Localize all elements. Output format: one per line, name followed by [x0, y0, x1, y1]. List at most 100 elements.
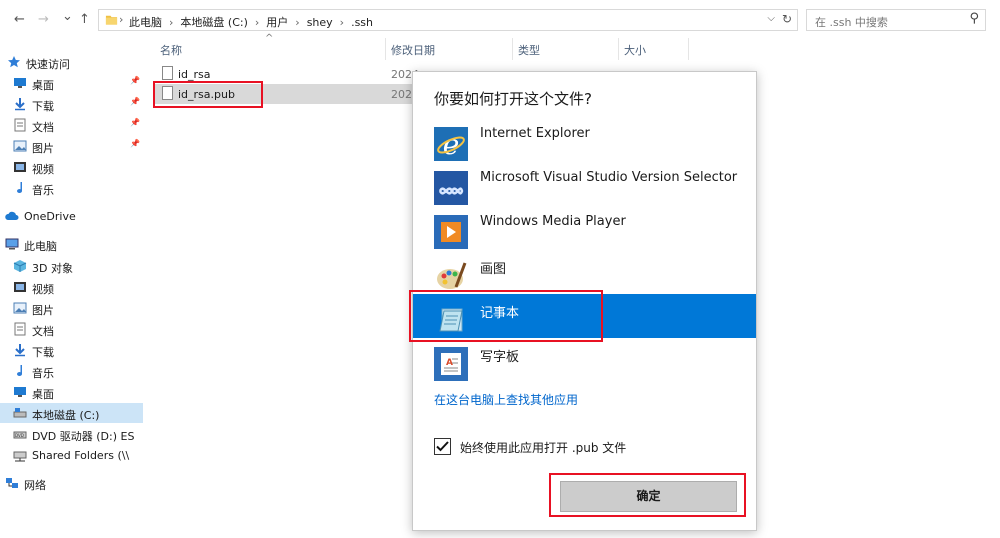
folder-icon — [105, 15, 118, 25]
file-name: id_rsa — [178, 68, 211, 81]
always-use-checkbox[interactable] — [434, 438, 451, 455]
app-option-visual-studio[interactable]: Microsoft Visual Studio Version Selector — [413, 162, 756, 206]
app-label: Windows Media Player — [480, 214, 626, 229]
column-divider[interactable] — [512, 38, 513, 60]
cloud-icon — [5, 211, 19, 220]
breadcrumb-this-pc[interactable]: 此电脑 — [129, 16, 162, 29]
column-size[interactable]: 大小 — [624, 42, 646, 58]
svg-text:DVD: DVD — [15, 433, 24, 438]
app-label: 写字板 — [480, 350, 520, 365]
sidebar-item-label: 图片 — [32, 142, 54, 155]
app-label: Microsoft Visual Studio Version Selector — [480, 170, 738, 185]
app-option-wordpad[interactable]: A 写字板 — [413, 338, 756, 382]
sidebar-item[interactable]: 桌面 📌 — [0, 73, 143, 93]
desktop-icon — [14, 387, 26, 397]
sidebar-item[interactable]: 桌面 — [0, 382, 143, 402]
column-divider[interactable] — [618, 38, 619, 60]
sidebar-item[interactable]: 文档 — [0, 319, 143, 339]
sidebar-item[interactable]: 此电脑 — [0, 234, 143, 254]
download-icon — [15, 344, 25, 357]
sidebar-item-label: 3D 对象 — [32, 262, 73, 275]
sidebar-item[interactable]: 下载 — [0, 340, 143, 360]
highlight-box — [549, 473, 746, 517]
sidebar-item[interactable]: 音乐 — [0, 178, 143, 198]
videos-icon — [14, 162, 26, 172]
sidebar-item[interactable]: 图片 — [0, 298, 143, 318]
wordpad-icon: A — [434, 347, 468, 381]
recent-locations-button[interactable]: ⌄ — [62, 9, 73, 24]
column-name[interactable]: 名称 — [160, 42, 182, 58]
search-box[interactable]: 在 .ssh 中搜索 ⚲ — [806, 9, 986, 31]
sidebar-item[interactable]: 音乐 — [0, 361, 143, 381]
back-button[interactable]: ← — [14, 12, 25, 27]
sidebar-item-label: OneDrive — [24, 210, 76, 223]
search-icon[interactable]: ⚲ — [969, 11, 979, 26]
star-icon — [8, 56, 20, 68]
svg-text:e: e — [443, 128, 460, 161]
address-toolbar: ← → ⌄ ↑ › 此电脑 › 本地磁盘 (C:) › 用户 › shey › .ssh ⌵ ↻… — [0, 0, 1000, 40]
svg-text:A: A — [446, 358, 453, 368]
sidebar-item-label: 此电脑 — [24, 240, 57, 253]
sidebar-item[interactable]: 图片 📌 — [0, 136, 143, 156]
network-icon — [6, 478, 18, 488]
breadcrumb-ssh[interactable]: .ssh — [351, 16, 373, 29]
sidebar-item[interactable]: DVD DVD 驱动器 (D:) ES — [0, 424, 143, 444]
column-divider[interactable] — [385, 38, 386, 60]
dialog-title: 你要如何打开这个文件? — [434, 90, 592, 108]
highlight-box — [153, 81, 263, 108]
sidebar-item-label: 视频 — [32, 283, 54, 296]
up-button[interactable]: ↑ — [79, 12, 90, 27]
breadcrumb-user[interactable]: shey — [307, 16, 333, 29]
pictures-icon — [13, 140, 27, 152]
sidebar-item[interactable]: 视频 — [0, 277, 143, 297]
column-type[interactable]: 类型 — [518, 42, 540, 58]
pin-icon: 📌 — [130, 76, 140, 85]
sidebar-item[interactable]: OneDrive — [0, 206, 143, 226]
app-option-paint[interactable]: 画图 — [413, 250, 756, 294]
pictures-icon — [13, 302, 27, 314]
sidebar-item[interactable]: Shared Folders (\\ — [0, 445, 143, 465]
music-icon — [17, 365, 23, 377]
forward-button[interactable]: → — [38, 12, 49, 27]
internet-explorer-icon: e — [434, 127, 468, 161]
refresh-icon[interactable]: ↻ — [782, 12, 792, 26]
chevron-down-icon[interactable]: ⌵ — [767, 13, 775, 24]
sidebar-item-label: Shared Folders (\\ — [32, 449, 130, 462]
documents-icon — [14, 118, 26, 132]
sidebar-item-label: 音乐 — [32, 184, 54, 197]
chevron-right-icon: › — [119, 13, 124, 26]
sidebar-item-label: 文档 — [32, 325, 54, 338]
highlight-box — [409, 290, 603, 342]
music-icon — [17, 182, 23, 194]
app-option-internet-explorer[interactable]: e Internet Explorer — [413, 118, 756, 162]
sort-indicator-icon: ^ — [265, 33, 274, 44]
download-icon — [15, 98, 25, 111]
sidebar-item[interactable]: 3D 对象 — [0, 256, 143, 276]
sidebar-item-label: 本地磁盘 (C:) — [32, 409, 100, 422]
column-date[interactable]: 修改日期 — [391, 42, 435, 58]
media-player-icon — [434, 215, 468, 249]
pin-icon: 📌 — [130, 97, 140, 106]
sidebar-item[interactable]: 快速访问 — [0, 52, 143, 72]
network-drive-icon — [13, 451, 27, 462]
breadcrumb: 此电脑 › 本地磁盘 (C:) › 用户 › shey › .ssh — [129, 16, 374, 29]
sidebar-item[interactable]: 网络 — [0, 473, 143, 493]
sidebar-item[interactable]: 本地磁盘 (C:) — [0, 403, 143, 423]
sidebar-item[interactable]: 文档 📌 — [0, 115, 143, 135]
column-divider[interactable] — [688, 38, 689, 60]
sidebar-item-label: 文档 — [32, 121, 54, 134]
sidebar-item-label: 下载 — [32, 346, 54, 359]
videos-icon — [14, 282, 26, 292]
pin-icon: 📌 — [130, 118, 140, 127]
3d-objects-icon — [13, 260, 27, 272]
documents-icon — [14, 322, 26, 336]
search-input[interactable]: 在 .ssh 中搜索 — [815, 14, 888, 30]
app-option-media-player[interactable]: Windows Media Player — [413, 206, 756, 250]
sidebar-item[interactable]: 下载 📌 — [0, 94, 143, 114]
address-bar[interactable]: › 此电脑 › 本地磁盘 (C:) › 用户 › shey › .ssh ⌵ ↻ — [98, 9, 798, 31]
breadcrumb-local-disk[interactable]: 本地磁盘 (C:) — [180, 16, 247, 29]
sidebar-item[interactable]: 视频 — [0, 157, 143, 177]
find-more-apps-link[interactable]: 在这台电脑上查找其他应用 — [434, 391, 578, 408]
drive-icon — [13, 408, 27, 418]
breadcrumb-users[interactable]: 用户 — [266, 16, 288, 29]
